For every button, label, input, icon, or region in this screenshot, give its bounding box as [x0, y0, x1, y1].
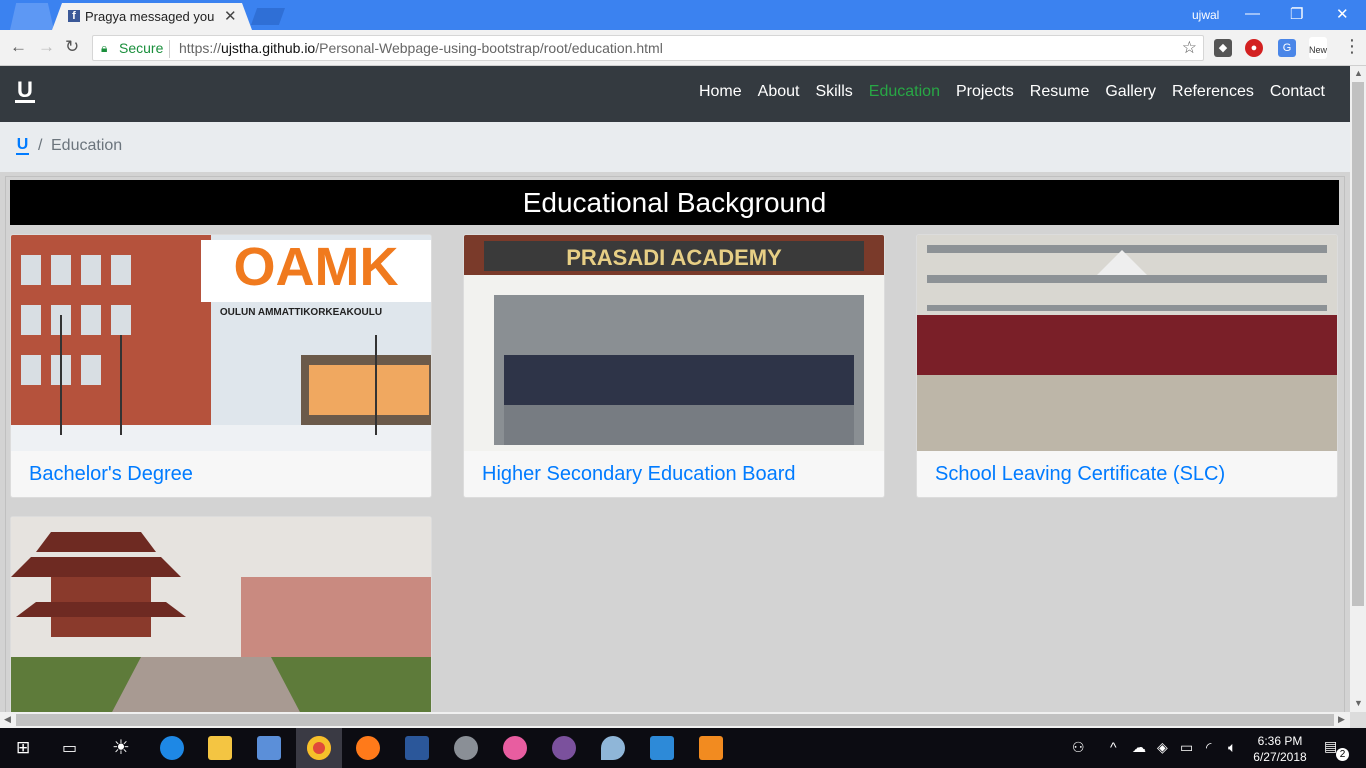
nav-education[interactable]: Education	[869, 83, 940, 101]
droplet-icon[interactable]	[601, 736, 625, 760]
store-icon[interactable]	[257, 736, 281, 760]
address-bar[interactable]: 🔒︎ Secure https://ujstha.github.io/Perso…	[92, 35, 1204, 61]
browser-title-bar: f Pragya messaged you ✕ ujwal — ❐ ✕	[0, 0, 1366, 30]
back-icon[interactable]: ←	[10, 37, 27, 57]
file-explorer-icon[interactable]	[208, 736, 232, 760]
firefox-icon[interactable]	[356, 736, 380, 760]
chrome-menu-icon[interactable]: ⋮	[1343, 36, 1361, 57]
reload-icon[interactable]: ↻	[65, 37, 79, 57]
scroll-up-icon[interactable]: ▲	[1354, 68, 1363, 78]
site-navbar: U Home About Skills Education Projects R…	[0, 66, 1350, 122]
breadcrumb-home[interactable]: U	[16, 137, 29, 155]
show-hidden-icons[interactable]: ^	[1110, 739, 1117, 755]
scroll-right-icon[interactable]: ▶	[1338, 714, 1345, 725]
notification-count: 2	[1336, 748, 1349, 761]
nav-home[interactable]: Home	[699, 83, 742, 101]
address-divider	[169, 40, 170, 58]
viber-icon[interactable]	[552, 736, 576, 760]
onedrive-icon[interactable]: ☁	[1132, 739, 1146, 756]
breadcrumb-current: Education	[51, 137, 123, 154]
edge-icon[interactable]	[160, 736, 184, 760]
profile-name[interactable]: ujwal	[1192, 8, 1219, 22]
people-icon[interactable]: ⚇	[1072, 739, 1085, 756]
dropbox-icon[interactable]: ◈	[1157, 739, 1168, 756]
site-logo[interactable]: U	[15, 79, 35, 103]
tab-close-icon[interactable]: ✕	[224, 7, 237, 25]
url-text[interactable]: https://ujstha.github.io/Personal-Webpag…	[179, 40, 663, 56]
windows-start-icon[interactable]: ⊞	[16, 738, 30, 758]
oamk-logo-subtitle: OULUN AMMATTIKORKEAKOULU	[220, 307, 382, 318]
window-close-icon[interactable]: ✕	[1336, 5, 1349, 23]
card-bachelors[interactable]: OAMK OULUN AMMATTIKORKEAKOULU Bachelor's…	[10, 234, 432, 498]
nav-references[interactable]: References	[1172, 83, 1254, 101]
breadcrumb-separator: /	[38, 137, 43, 154]
nav-resume[interactable]: Resume	[1030, 83, 1090, 101]
app-icon[interactable]	[454, 736, 478, 760]
browser-tab-blank[interactable]	[10, 3, 54, 30]
card-higher-secondary[interactable]: PRASADI ACADEMY Higher Secondary Educati…	[463, 234, 885, 498]
lock-icon: 🔒︎	[101, 41, 108, 55]
card-slc[interactable]: School Leaving Certificate (SLC)	[916, 234, 1338, 498]
nav-links: Home About Skills Education Projects Res…	[699, 83, 1325, 101]
vscode-icon[interactable]	[650, 736, 674, 760]
horizontal-scroll-thumb[interactable]	[16, 714, 1334, 726]
oamk-logo-text: OAMK	[234, 237, 399, 297]
facebook-icon: f	[68, 10, 80, 22]
weather-sun-icon[interactable]: ☀	[112, 735, 130, 760]
tab-title: Pragya messaged you	[85, 9, 215, 24]
prasadi-sign-text: PRASADI ACADEMY	[566, 245, 782, 270]
card-title-slc[interactable]: School Leaving Certificate (SLC)	[935, 463, 1225, 486]
temple-school-image	[11, 517, 431, 712]
school-courtyard-image	[917, 235, 1337, 451]
card-title-bachelors[interactable]: Bachelor's Degree	[29, 463, 193, 486]
scrollbar-corner	[1350, 712, 1366, 728]
bookmark-star-icon[interactable]: ☆	[1182, 38, 1197, 58]
volume-icon[interactable]: 🔈︎	[1228, 739, 1236, 756]
new-tab-button[interactable]	[251, 8, 285, 25]
card-school[interactable]	[10, 516, 432, 712]
browser-tab-active[interactable]: f Pragya messaged you ✕	[52, 3, 252, 30]
translate-icon[interactable]: G	[1278, 39, 1296, 57]
word-icon[interactable]	[405, 736, 429, 760]
forward-icon[interactable]: →	[38, 37, 55, 57]
chrome-icon[interactable]	[307, 736, 331, 760]
task-view-icon[interactable]: ▭	[62, 738, 77, 758]
nav-projects[interactable]: Projects	[956, 83, 1014, 101]
page-title: Educational Background	[10, 180, 1339, 225]
clock-time: 6:36 PM	[1257, 734, 1303, 748]
new-extension-icon[interactable]: New	[1309, 37, 1327, 59]
taskbar-clock[interactable]: 6:36 PM 6/27/2018	[1252, 733, 1308, 765]
wifi-icon[interactable]: ◜	[1206, 739, 1211, 756]
restore-icon[interactable]: ❐	[1290, 5, 1303, 23]
nav-contact[interactable]: Contact	[1270, 83, 1325, 101]
nav-about[interactable]: About	[758, 83, 800, 101]
browser-toolbar: ← → ↻ 🔒︎ Secure https://ujstha.github.io…	[0, 30, 1366, 66]
nav-gallery[interactable]: Gallery	[1105, 83, 1156, 101]
page-viewport: U Home About Skills Education Projects R…	[0, 66, 1350, 712]
secure-label: Secure	[119, 40, 164, 56]
vertical-scroll-thumb[interactable]	[1352, 82, 1364, 606]
scroll-left-icon[interactable]: ◀	[4, 714, 11, 725]
oamk-campus-image: OAMK OULUN AMMATTIKORKEAKOULU	[11, 235, 431, 451]
prasadi-academy-image: PRASADI ACADEMY	[464, 235, 884, 451]
extension-icon[interactable]: ◆	[1214, 39, 1232, 57]
card-title-higher-secondary[interactable]: Higher Secondary Education Board	[482, 463, 796, 486]
adblock-icon[interactable]: ●	[1245, 39, 1263, 57]
breadcrumb: U / Education	[0, 122, 1350, 172]
sublime-icon[interactable]	[699, 736, 723, 760]
scroll-down-icon[interactable]: ▼	[1354, 698, 1363, 708]
minimize-icon[interactable]: —	[1245, 5, 1260, 22]
itunes-icon[interactable]	[503, 736, 527, 760]
nav-skills[interactable]: Skills	[815, 83, 852, 101]
battery-icon[interactable]: ▭	[1180, 739, 1193, 756]
clock-date: 6/27/2018	[1253, 750, 1307, 764]
